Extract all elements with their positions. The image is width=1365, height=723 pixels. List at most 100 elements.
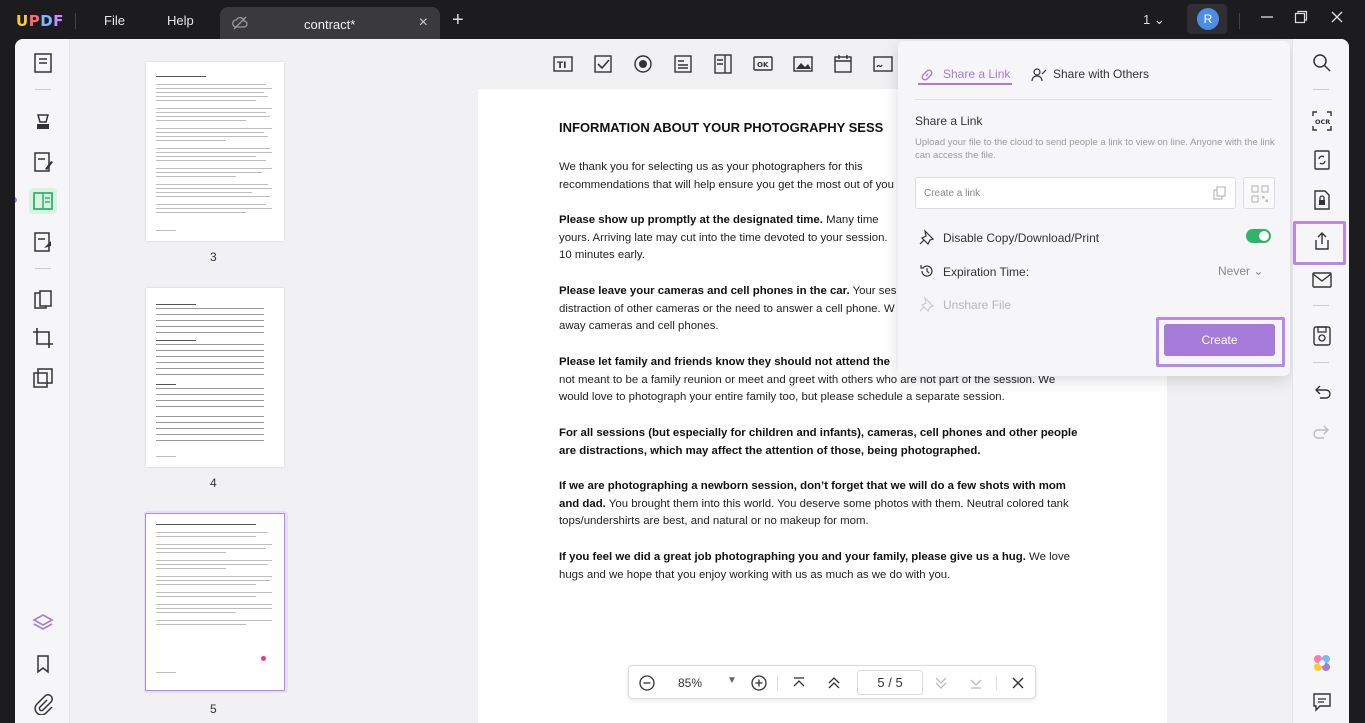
- unshare-file-button[interactable]: Unshare File: [943, 298, 1011, 312]
- redo-icon[interactable]: [1311, 422, 1333, 444]
- menu-help[interactable]: Help: [167, 13, 194, 28]
- crop-icon[interactable]: [32, 327, 54, 349]
- link-field[interactable]: Create a link: [915, 177, 1236, 209]
- paragraph: If you feel we did a great job photograp…: [559, 551, 1070, 581]
- attachment-icon[interactable]: [32, 693, 54, 715]
- document-heading: INFORMATION ABOUT YOUR PHOTOGRAPHY SESS: [559, 120, 884, 135]
- email-icon[interactable]: [1311, 269, 1333, 291]
- active-indicator: [15, 197, 17, 203]
- dropdown-icon[interactable]: [672, 53, 694, 75]
- organize-pages-icon[interactable]: [32, 289, 54, 311]
- comment-icon[interactable]: [1311, 691, 1333, 713]
- divider: [35, 268, 51, 269]
- save-icon[interactable]: [1311, 325, 1333, 347]
- date-field-icon[interactable]: [832, 53, 854, 75]
- share-others-icon: [1031, 68, 1047, 82]
- radio-button-icon[interactable]: [632, 53, 654, 75]
- page-number-field[interactable]: 5 / 5: [857, 670, 923, 695]
- list-box-icon[interactable]: [712, 53, 734, 75]
- tab-underline: [918, 83, 1012, 85]
- svg-text:OK: OK: [757, 61, 769, 69]
- qr-code-button[interactable]: [1243, 177, 1275, 209]
- reader-icon[interactable]: [32, 52, 54, 74]
- thumbnail-panel: 3 4 5: [70, 39, 370, 723]
- button-field-icon[interactable]: OK: [752, 53, 774, 75]
- text-field-icon[interactable]: TI: [552, 53, 574, 75]
- close-window-icon[interactable]: [1330, 10, 1344, 27]
- tab-title: contract*: [304, 17, 356, 32]
- highlighter-icon[interactable]: [32, 111, 54, 133]
- ocr-icon[interactable]: OCR: [1311, 110, 1333, 132]
- page-thumbnail[interactable]: [146, 288, 284, 467]
- compress-icon[interactable]: [32, 367, 54, 389]
- close-tab-icon[interactable]: ×: [419, 14, 428, 32]
- protect-icon[interactable]: [1311, 189, 1333, 211]
- thumbnail-label: 5: [210, 702, 217, 716]
- tab-share-others[interactable]: Share with Others: [1053, 67, 1149, 81]
- divider: [75, 13, 76, 29]
- tab-share-link[interactable]: Share a Link: [943, 67, 1010, 81]
- first-page-icon[interactable]: [790, 674, 808, 692]
- divider: [1313, 362, 1329, 363]
- thumbnail-label: 4: [210, 476, 217, 490]
- expiration-label: Expiration Time:: [943, 265, 1030, 279]
- disable-copy-toggle[interactable]: [1246, 229, 1271, 243]
- avatar[interactable]: R: [1197, 8, 1219, 30]
- chevron-down-icon: ⌄: [1253, 264, 1264, 278]
- bookmark-icon[interactable]: [32, 653, 54, 675]
- previous-page-icon[interactable]: [825, 674, 843, 692]
- cloud-off-icon: [232, 16, 248, 35]
- divider: [35, 89, 51, 90]
- qr-code-icon: [1251, 185, 1269, 203]
- new-tab-icon[interactable]: +: [452, 9, 464, 32]
- thumbnail-label: 3: [210, 250, 217, 264]
- undo-icon[interactable]: [1311, 382, 1333, 404]
- updf-ai-icon[interactable]: [1311, 652, 1333, 674]
- share-icon[interactable]: [1311, 230, 1333, 252]
- form-icon[interactable]: [32, 190, 54, 212]
- layers-icon[interactable]: [32, 612, 54, 634]
- zoom-out-icon[interactable]: [638, 674, 656, 692]
- divider: [1313, 305, 1329, 306]
- zoom-level[interactable]: 85%: [678, 676, 702, 690]
- create-button[interactable]: Create: [1164, 324, 1275, 356]
- page-thumbnail[interactable]: [146, 62, 284, 241]
- close-icon[interactable]: [1009, 674, 1027, 692]
- zoom-in-icon[interactable]: [750, 674, 768, 692]
- pin-off-icon: [919, 229, 935, 245]
- divider: [914, 99, 1272, 100]
- next-page-icon[interactable]: [932, 674, 950, 692]
- divider: [996, 676, 997, 690]
- popup-title: Share a Link: [915, 114, 983, 128]
- svg-text:TI: TI: [557, 61, 567, 71]
- paragraph: If we are photographing a newborn sessio…: [559, 480, 1069, 528]
- page-tools-icon[interactable]: [32, 231, 54, 253]
- zoom-bar: 85% ▼ 5 / 5: [628, 665, 1036, 699]
- document-tab[interactable]: contract* ×: [220, 7, 440, 40]
- left-toolbar: [15, 39, 70, 723]
- checkbox-icon[interactable]: [592, 53, 614, 75]
- zoom-dropdown-icon[interactable]: ▼: [727, 675, 737, 686]
- paragraph: For all sessions (but especially for chi…: [559, 427, 1078, 457]
- chevron-down-icon: ⌄: [1153, 12, 1165, 27]
- updf-logo: UPDF: [16, 12, 64, 30]
- restore-icon[interactable]: [1294, 10, 1308, 27]
- expiration-select[interactable]: Never ⌄: [1218, 264, 1263, 278]
- copy-icon[interactable]: [1213, 186, 1227, 200]
- convert-icon[interactable]: [1311, 149, 1333, 171]
- image-field-icon[interactable]: [792, 53, 814, 75]
- search-icon[interactable]: [1311, 52, 1333, 74]
- menu-file[interactable]: File: [104, 13, 125, 28]
- link-icon: [921, 69, 933, 81]
- page-indicator[interactable]: 1 ⌄: [1143, 12, 1165, 28]
- divider: [777, 676, 778, 690]
- unshare-icon: [919, 296, 935, 312]
- page-thumbnail-selected[interactable]: [145, 513, 285, 691]
- last-page-icon[interactable]: [967, 674, 985, 692]
- popup-description: Upload your file to the cloud to send pe…: [915, 137, 1275, 161]
- signature-field-icon[interactable]: [872, 53, 894, 75]
- edit-pdf-icon[interactable]: [32, 151, 54, 173]
- minimize-icon[interactable]: [1260, 10, 1274, 27]
- disable-copy-label: Disable Copy/Download/Print: [943, 231, 1100, 245]
- divider: [1239, 13, 1240, 29]
